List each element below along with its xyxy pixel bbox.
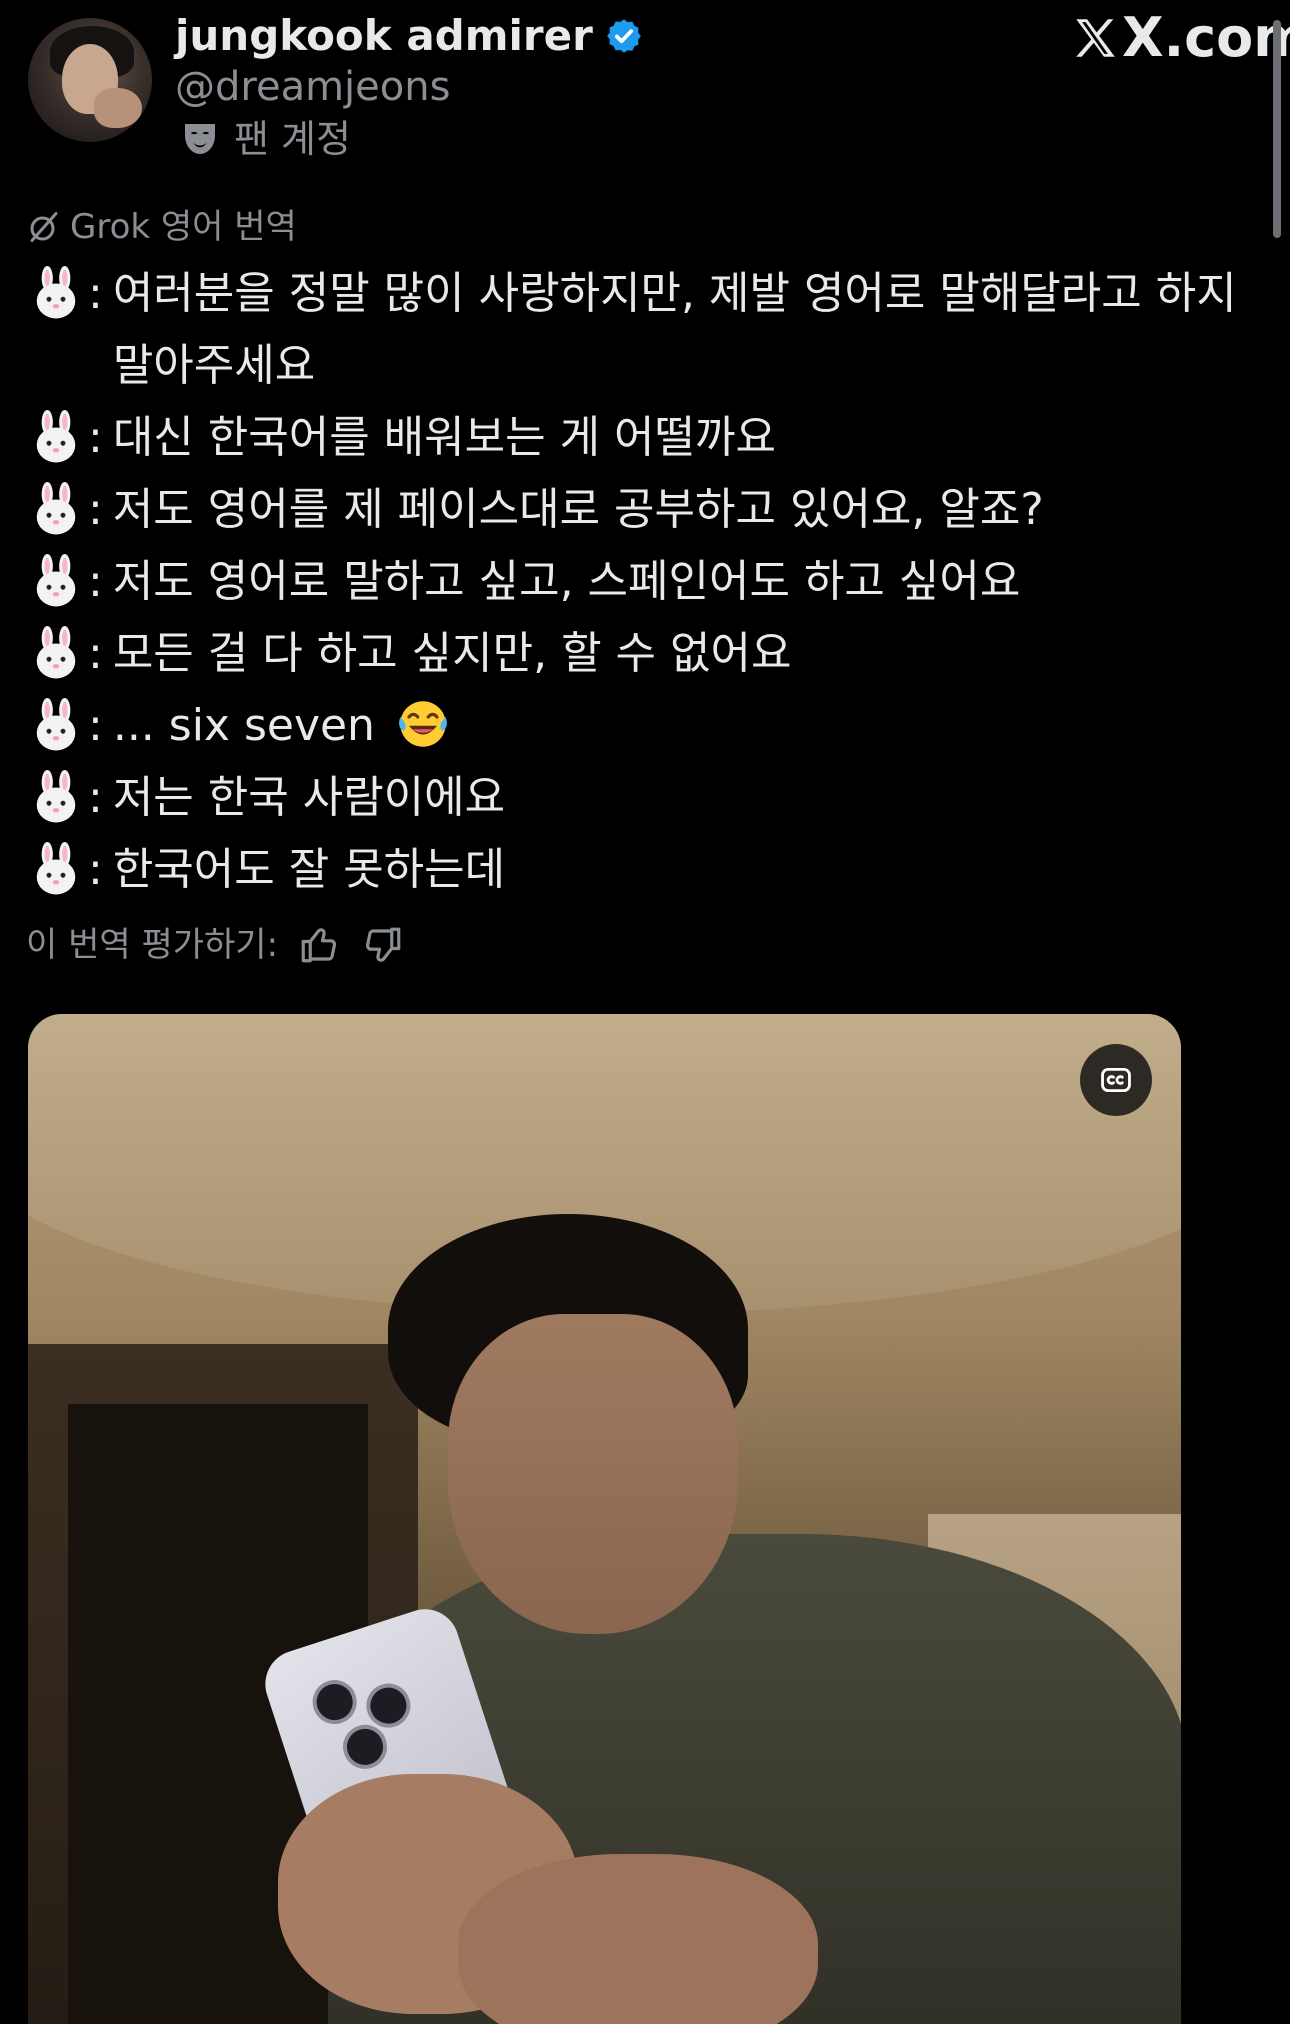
translated-line: : 저는 한국 사람이에요	[28, 762, 1268, 834]
scrollbar[interactable]	[1273, 20, 1281, 238]
closed-captions-button[interactable]	[1080, 1044, 1152, 1116]
rabbit-face-emoji-icon	[36, 842, 76, 895]
translated-line-text: 저는 한국 사람이에요	[112, 772, 506, 823]
translated-line: : 한국어도 잘 못하는데	[28, 834, 1268, 906]
laughing-tears-emoji-icon	[399, 701, 447, 747]
rate-translation-row: 이 번역 평가하기:	[26, 920, 404, 970]
rabbit-face-emoji-icon	[36, 482, 76, 535]
avatar[interactable]	[28, 18, 152, 142]
translated-line-text: 저도 영어를 제 페이스대로 공부하고 있어요, 알죠?	[112, 484, 1044, 535]
rate-translation-label: 이 번역 평가하기:	[26, 925, 279, 965]
translated-line: : 저도 영어로 말하고 싶고, 스페인어도 하고 싶어요	[28, 546, 1268, 618]
rabbit-face-emoji-icon	[36, 698, 76, 751]
translated-line-text: 저도 영어로 말하고 싶고, 스페인어도 하고 싶어요	[112, 556, 1021, 607]
display-name-row[interactable]: jungkook admirer	[175, 8, 643, 64]
translated-text: : 여러분을 정말 많이 사랑하지만, 제발 영어로 말해달라고 하지 말아주세…	[28, 258, 1268, 906]
translated-line-text: 모든 걸 다 하고 싶지만, 할 수 없어요	[112, 628, 792, 679]
translated-line: : 모든 걸 다 하고 싶지만, 할 수 없어요	[28, 618, 1268, 690]
rabbit-face-emoji-icon	[36, 626, 76, 679]
closed-captions-icon	[1101, 1067, 1131, 1093]
fan-account-label: 팬 계정	[180, 114, 351, 164]
translated-line-text: 여러분을 정말 많이 사랑하지만, 제발 영어로 말해달라고 하지 말아주세요	[112, 268, 1237, 391]
grok-translation-label: Grok 영어 번역	[26, 204, 297, 250]
grok-icon	[30, 212, 58, 242]
x-logo-icon	[1076, 19, 1115, 57]
rabbit-face-emoji-icon	[36, 770, 76, 823]
thumbs-up-icon[interactable]	[298, 924, 340, 966]
translated-line: : 대신 한국어를 배워보는 게 어떨까요	[28, 402, 1268, 474]
verified-badge-icon	[607, 19, 641, 53]
rabbit-face-emoji-icon	[36, 554, 76, 607]
translated-line-text: ... six seven	[112, 700, 375, 751]
brand-text: X.com	[1122, 6, 1290, 69]
display-name[interactable]: jungkook admirer	[175, 8, 593, 64]
rabbit-face-emoji-icon	[36, 410, 76, 463]
translated-line: : 저도 영어를 제 페이스대로 공부하고 있어요, 알죠?	[28, 474, 1268, 546]
translated-line: : ... six seven	[28, 690, 1268, 762]
translated-line: : 여러분을 정말 많이 사랑하지만, 제발 영어로 말해달라고 하지 말아주세…	[28, 258, 1268, 402]
theater-mask-icon	[185, 124, 215, 154]
video-player[interactable]	[28, 1014, 1181, 2024]
brand-watermark: X.com	[1070, 6, 1290, 70]
grok-translation-text: Grok 영어 번역	[70, 207, 297, 247]
thumbs-down-icon[interactable]	[362, 924, 404, 966]
translated-line-text: 대신 한국어를 배워보는 게 어떨까요	[112, 412, 776, 463]
translated-line-text: 한국어도 잘 못하는데	[112, 844, 506, 895]
rabbit-face-emoji-icon	[36, 266, 76, 319]
user-handle[interactable]: @dreamjeons	[175, 62, 450, 112]
fan-account-text: 팬 계정	[234, 117, 351, 161]
